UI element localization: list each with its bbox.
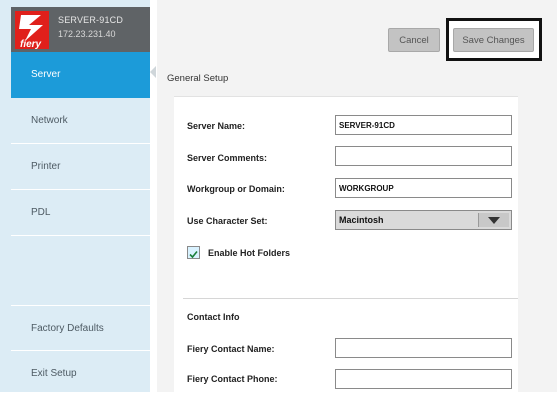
active-indicator-arrow (150, 66, 156, 78)
sidebar: fiery SERVER-91CD 172.23.231.40 Server N… (0, 0, 150, 397)
charset-label: Use Character Set: (187, 216, 268, 226)
sidebar-item-server[interactable]: Server (11, 52, 150, 98)
sidebar-item-exit-setup[interactable]: Exit Setup (11, 351, 150, 397)
server-name-label: Server Name: (187, 121, 246, 131)
sidebar-item-label: PDL (31, 207, 51, 218)
sidebar-item-factory-defaults[interactable]: Factory Defaults (11, 305, 150, 351)
section-title: General Setup (167, 73, 229, 84)
sidebar-item-label: Network (31, 115, 68, 126)
server-name-field[interactable]: SERVER-91CD (335, 115, 512, 135)
sidebar-item-label: Printer (31, 161, 61, 172)
contact-info-title: Contact Info (187, 312, 240, 322)
contact-phone-field[interactable] (335, 369, 512, 389)
charset-selected-value: Macintosh (339, 215, 384, 225)
section-divider (183, 298, 518, 299)
sidebar-item-label: Exit Setup (31, 368, 77, 379)
cancel-button[interactable]: Cancel (388, 28, 440, 52)
server-ip-address: 172.23.231.40 (58, 29, 116, 39)
fiery-logo: fiery (15, 11, 49, 50)
sidebar-item-network[interactable]: Network (11, 98, 150, 144)
hot-folders-checkbox[interactable] (187, 246, 200, 259)
server-comments-field[interactable] (335, 146, 512, 166)
sidebar-item-label: Server (31, 69, 61, 80)
save-changes-button[interactable]: Save Changes (453, 28, 534, 52)
sidebar-item-printer[interactable]: Printer (11, 144, 150, 190)
contact-phone-label: Fiery Contact Phone: (187, 374, 278, 384)
server-name-heading: SERVER-91CD (58, 15, 124, 25)
chevron-down-icon (488, 217, 500, 224)
sidebar-item-pdl[interactable]: PDL (11, 190, 150, 236)
contact-name-label: Fiery Contact Name: (187, 344, 275, 354)
workgroup-field[interactable]: WORKGROUP (335, 178, 512, 198)
server-header: fiery SERVER-91CD 172.23.231.40 (11, 7, 150, 52)
charset-select[interactable]: Macintosh (335, 210, 512, 230)
sidebar-item-label: Factory Defaults (31, 323, 104, 334)
fiery-logo-text: fiery (20, 39, 42, 50)
dropdown-button[interactable] (478, 213, 509, 227)
contact-name-field[interactable] (335, 338, 512, 358)
checkmark-icon (189, 250, 198, 259)
server-comments-label: Server Comments: (187, 153, 268, 163)
hot-folders-label: Enable Hot Folders (208, 248, 291, 258)
workgroup-label: Workgroup or Domain: (187, 184, 285, 194)
